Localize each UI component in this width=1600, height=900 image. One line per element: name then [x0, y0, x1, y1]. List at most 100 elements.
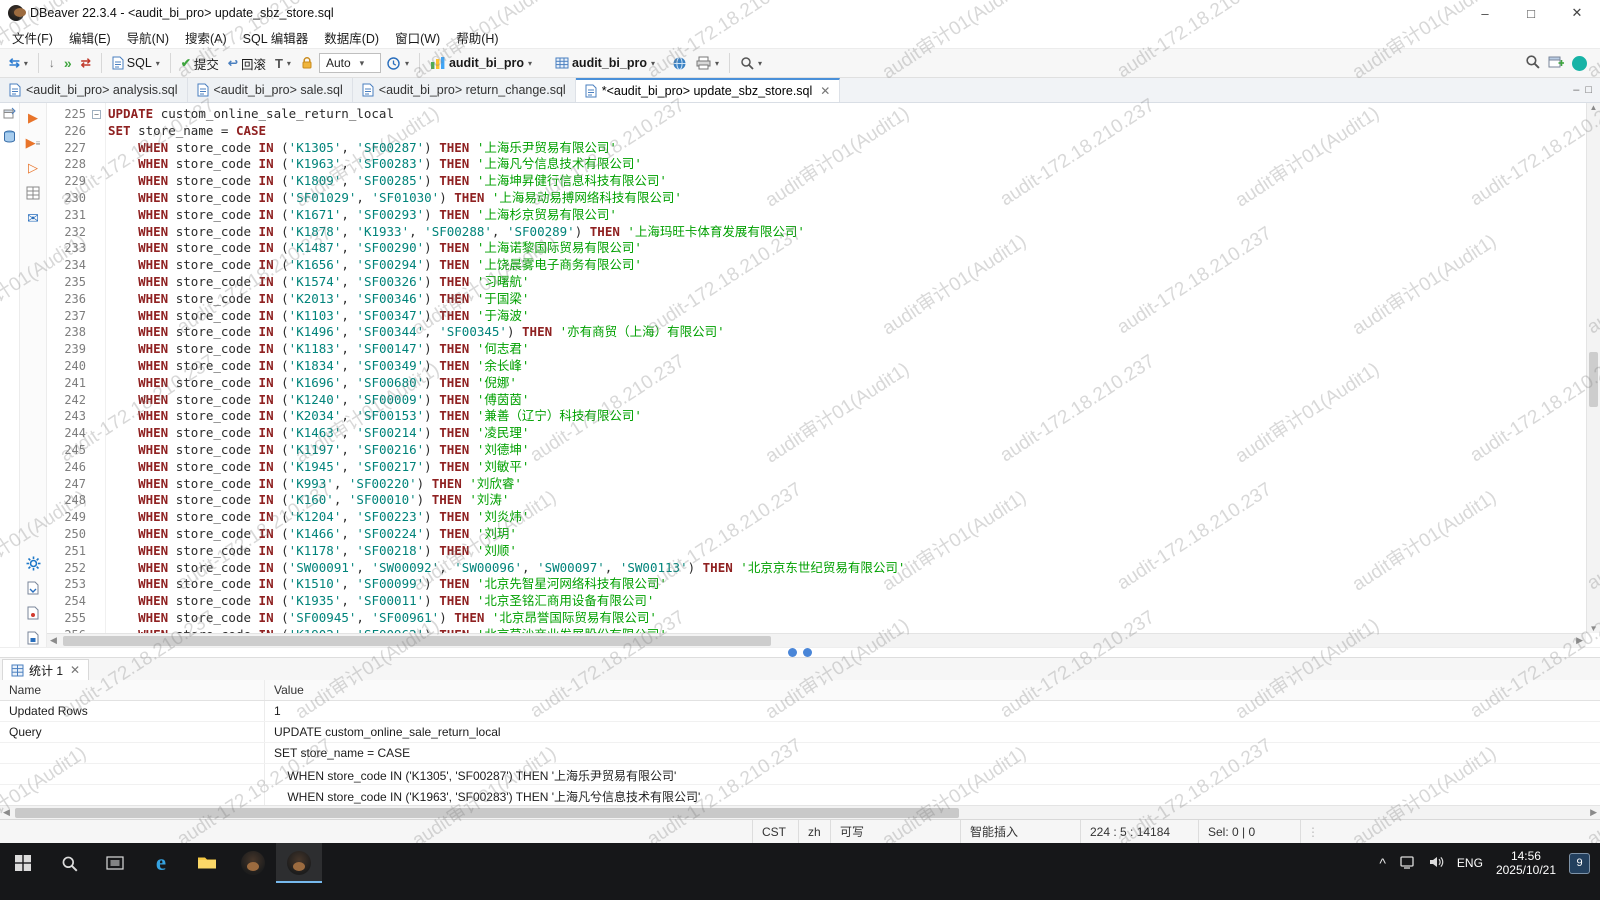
explain-plan-icon[interactable]	[24, 184, 42, 202]
code-line[interactable]: 245 WHEN store_code IN ('K1197', 'SF0021…	[47, 442, 1586, 459]
code-text[interactable]: WHEN store_code IN ('K1809', 'SF00285') …	[104, 173, 667, 190]
editor-tab[interactable]: <audit_bi_pro> return_change.sql	[353, 78, 576, 102]
scroll-down-icon[interactable]: ▼	[1590, 624, 1598, 633]
menu-item[interactable]: 帮助(H)	[448, 26, 506, 49]
settings-gear-icon[interactable]	[24, 554, 42, 572]
code-line[interactable]: 235 WHEN store_code IN ('K1574', 'SF0032…	[47, 274, 1586, 291]
tab-close-icon[interactable]: ✕	[820, 84, 830, 98]
code-text[interactable]: WHEN store_code IN ('K1656', 'SF00294') …	[104, 257, 642, 274]
scroll-left-icon[interactable]: ◀	[50, 635, 57, 646]
code-line[interactable]: 253 WHEN store_code IN ('K1510', 'SF0009…	[47, 576, 1586, 593]
code-line[interactable]: 246 WHEN store_code IN ('K1945', 'SF0021…	[47, 459, 1586, 476]
close-button[interactable]: ✕	[1554, 0, 1600, 26]
file-explorer-button[interactable]	[184, 843, 230, 883]
schema-combobox[interactable]: audit_bi_pro ▾	[551, 51, 659, 75]
volume-icon[interactable]	[1428, 854, 1444, 873]
code-line[interactable]: 229 WHEN store_code IN ('K1809', 'SF0028…	[47, 173, 1586, 190]
tab-statistics[interactable]: 统计 1 ✕	[2, 659, 89, 680]
code-line[interactable]: 255 WHEN store_code IN ('SF00945', 'SF00…	[47, 610, 1586, 627]
code-text[interactable]: WHEN store_code IN ('SF01029', 'SF01030'…	[104, 190, 682, 207]
table-row[interactable]: SET store_name = CASE	[0, 743, 1600, 764]
maximize-button[interactable]: □	[1508, 0, 1554, 26]
sql-editor[interactable]: 225−UPDATE custom_online_sale_return_loc…	[47, 103, 1600, 647]
code-text[interactable]: WHEN store_code IN ('K2013', 'SF00346') …	[104, 291, 529, 308]
sql-editor-dropdown[interactable]: SQL ▾	[108, 51, 164, 75]
database-navigator-icon[interactable]	[3, 130, 16, 146]
code-line[interactable]: 243 WHEN store_code IN ('K2034', 'SF0015…	[47, 408, 1586, 425]
connection-combobox[interactable]: audit_bi_pro ▾	[426, 51, 536, 75]
save-file-icon[interactable]	[24, 604, 42, 622]
close-icon[interactable]: ✕	[70, 663, 80, 677]
scroll-right-icon[interactable]: ▶	[1590, 807, 1597, 818]
code-text[interactable]: WHEN store_code IN ('K1945', 'SF00217') …	[104, 459, 529, 476]
code-text[interactable]: WHEN store_code IN ('K993', 'SF00220') T…	[104, 476, 522, 493]
fold-collapse-icon[interactable]: −	[92, 110, 101, 119]
editor-tab[interactable]: <audit_bi_pro> analysis.sql	[0, 78, 188, 102]
code-line[interactable]: 240 WHEN store_code IN ('K1834', 'SF0034…	[47, 358, 1586, 375]
results-scroll-thumb[interactable]	[15, 808, 959, 818]
code-line[interactable]: 254 WHEN store_code IN ('K1935', 'SF0001…	[47, 593, 1586, 610]
code-text[interactable]: WHEN store_code IN ('K1510', 'SF00099') …	[104, 576, 667, 593]
dbeaver-community-icon[interactable]	[1572, 56, 1587, 71]
input-language-label[interactable]: ENG	[1457, 856, 1483, 870]
autocommit-combobox[interactable]: Auto ▾	[319, 53, 381, 73]
code-line[interactable]: 244 WHEN store_code IN ('K1463', 'SF0021…	[47, 425, 1586, 442]
code-line[interactable]: 249 WHEN store_code IN ('K1204', 'SF0022…	[47, 509, 1586, 526]
code-text[interactable]: WHEN store_code IN ('K1834', 'SF00349') …	[104, 358, 529, 375]
code-text[interactable]: WHEN store_code IN ('K1878', 'K1933', 'S…	[104, 224, 805, 241]
menu-item[interactable]: SQL 编辑器	[235, 26, 317, 49]
code-text[interactable]: WHEN store_code IN ('K1240', 'SF00009') …	[104, 392, 529, 409]
code-line[interactable]: 252 WHEN store_code IN ('SW00091', 'SW00…	[47, 560, 1586, 577]
tablet-mode-icon[interactable]	[1399, 854, 1415, 873]
scroll-up-icon[interactable]: ▲	[1590, 103, 1598, 112]
code-text[interactable]: WHEN store_code IN ('K160', 'SF00010') T…	[104, 492, 509, 509]
code-line[interactable]: 247 WHEN store_code IN ('K993', 'SF00220…	[47, 476, 1586, 493]
taskbar-search-button[interactable]	[46, 843, 92, 883]
editor-tab[interactable]: *<audit_bi_pro> update_sbz_store.sql✕	[576, 78, 841, 102]
code-text[interactable]: WHEN store_code IN ('K2034', 'SF00153') …	[104, 408, 642, 425]
code-text[interactable]: WHEN store_code IN ('K1963', 'SF00283') …	[104, 156, 642, 173]
table-row[interactable]: WHEN store_code IN ('K1305', 'SF00287') …	[0, 764, 1600, 785]
restore-view-icon[interactable]	[3, 107, 16, 122]
export-result-icon[interactable]: ✉	[24, 209, 42, 227]
open-console-button[interactable]	[668, 51, 691, 75]
code-line[interactable]: 225−UPDATE custom_online_sale_return_loc…	[47, 106, 1586, 123]
clock[interactable]: 14:56 2025/10/21	[1496, 849, 1556, 877]
code-text[interactable]: SET store_name = CASE	[104, 123, 266, 140]
code-line[interactable]: 241 WHEN store_code IN ('K1696', 'SF0068…	[47, 375, 1586, 392]
column-header-name[interactable]: Name	[0, 680, 265, 700]
minimize-view-icon[interactable]: –	[1573, 84, 1579, 96]
editor-horizontal-scrollbar[interactable]: ◀ ▶	[47, 633, 1586, 647]
code-text[interactable]: WHEN store_code IN ('K1103', 'SF00347') …	[104, 308, 529, 325]
code-text[interactable]: WHEN store_code IN ('K1696', 'SF00680') …	[104, 375, 517, 392]
code-line[interactable]: 231 WHEN store_code IN ('K1671', 'SF0029…	[47, 207, 1586, 224]
code-text[interactable]: WHEN store_code IN ('K1305', 'SF00287') …	[104, 140, 617, 157]
editor-vertical-scrollbar[interactable]: ▲ ▼	[1586, 103, 1600, 633]
fetch-next-button[interactable]: ↓	[45, 51, 59, 75]
code-text[interactable]: WHEN store_code IN ('SW00091', 'SW00092'…	[104, 560, 905, 577]
minimize-button[interactable]: –	[1462, 0, 1508, 26]
code-text[interactable]: WHEN store_code IN ('K1487', 'SF00290') …	[104, 240, 642, 257]
rollback-button[interactable]: ↩ 回滚	[224, 51, 270, 75]
vertical-scroll-thumb[interactable]	[1589, 352, 1598, 407]
code-line[interactable]: 233 WHEN store_code IN ('K1487', 'SF0029…	[47, 240, 1586, 257]
code-text[interactable]: WHEN store_code IN ('SF00945', 'SF00961'…	[104, 610, 657, 627]
scroll-right-icon[interactable]: ▶	[1576, 635, 1583, 646]
notification-badge[interactable]: 9	[1569, 853, 1590, 874]
code-line[interactable]: 242 WHEN store_code IN ('K1240', 'SF0000…	[47, 392, 1586, 409]
table-row[interactable]: WHEN store_code IN ('K1963', 'SF00283') …	[0, 785, 1600, 805]
execute-new-tab-icon[interactable]: ▷	[24, 159, 42, 177]
menu-item[interactable]: 窗口(W)	[387, 26, 448, 49]
code-line[interactable]: 239 WHEN store_code IN ('K1183', 'SF0014…	[47, 341, 1586, 358]
open-file-icon[interactable]	[24, 579, 42, 597]
code-text[interactable]: UPDATE custom_online_sale_return_local	[104, 106, 394, 123]
sync-button[interactable]: ⇄	[77, 51, 95, 75]
commit-button[interactable]: ✔ 提交	[177, 51, 223, 75]
panel-splitter[interactable]	[0, 647, 1600, 657]
code-text[interactable]: WHEN store_code IN ('K1183', 'SF00147') …	[104, 341, 529, 358]
code-text[interactable]: WHEN store_code IN ('K1204', 'SF00223') …	[104, 509, 529, 526]
quick-search-icon[interactable]	[1525, 54, 1540, 72]
code-text[interactable]: WHEN store_code IN ('K1463', 'SF00214') …	[104, 425, 529, 442]
transaction-mode-button[interactable]: T ▾	[271, 51, 295, 75]
menu-item[interactable]: 搜索(A)	[177, 26, 235, 49]
